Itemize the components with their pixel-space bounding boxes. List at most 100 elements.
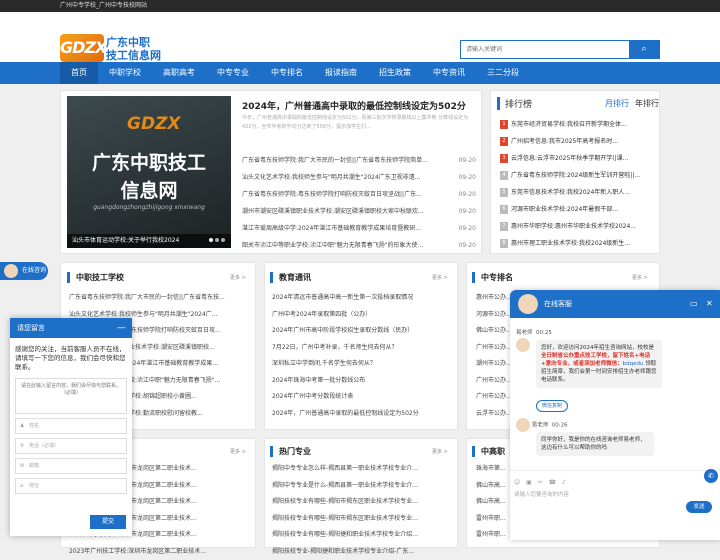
phone-field[interactable]: ✆电话（必填） bbox=[15, 438, 127, 454]
logo-text[interactable]: 广东中职 技工信息网 bbox=[106, 36, 161, 62]
nav-schools[interactable]: 中职学校 bbox=[98, 62, 152, 84]
send-button[interactable]: 发送 bbox=[686, 501, 712, 513]
main-nav: 首页 中职学校 高职高考 中专专业 中专排名 报读指南 招生政策 中专资讯 三二… bbox=[0, 62, 720, 84]
more-link[interactable]: 更多 > bbox=[230, 274, 246, 281]
consult-float-button[interactable]: 在线咨询 bbox=[0, 262, 48, 280]
list-item[interactable]: 7惠州市华职学校:惠州市华职业技术学校2024... bbox=[500, 218, 654, 235]
message-title: 请您留言 bbox=[17, 324, 45, 332]
nav-policy[interactable]: 招生政策 bbox=[368, 62, 422, 84]
list-item[interactable]: 河源市公办... bbox=[476, 307, 512, 324]
list-item[interactable]: 佛山市高... bbox=[476, 494, 512, 511]
hot-majors-list: 揭阳中专专业怎么样-揭西县第一职业技术学校专业介... 揭阳中专专业是什么-揭西… bbox=[272, 461, 452, 560]
list-item[interactable]: 1东莞市经济贸易学校:我校召开新学期全体... bbox=[500, 116, 654, 133]
agent-name: 易老师 bbox=[516, 330, 533, 336]
more-link[interactable]: 更多 > bbox=[230, 448, 246, 455]
nav-32[interactable]: 三二分段 bbox=[476, 62, 530, 84]
nav-gaozhi[interactable]: 高职高考 bbox=[152, 62, 206, 84]
more-link[interactable]: 更多 > bbox=[632, 274, 648, 281]
list-item[interactable]: 2023年广州技工学校:深圳市龙岗区第二职业技术... bbox=[69, 544, 251, 560]
list-item[interactable]: 揭阳技校专业有哪些-揭阳市揭东区职业技术学校专业... bbox=[272, 494, 452, 511]
submit-button[interactable]: 提交 bbox=[90, 515, 126, 529]
nav-news[interactable]: 中专资讯 bbox=[422, 62, 476, 84]
name-field[interactable]: ♟姓名 bbox=[15, 418, 127, 434]
slider-dot[interactable] bbox=[209, 238, 213, 242]
headline-title[interactable]: 2024年，广州普通高中录取的最低控制线设定为502分 bbox=[242, 99, 466, 112]
minimize-icon[interactable]: ▭ bbox=[690, 290, 698, 318]
list-item[interactable]: 2024年广州市高中阶段学校招生录取分数线（民办） bbox=[272, 323, 452, 340]
tab-monthly[interactable]: 月排行 bbox=[605, 99, 629, 108]
wechat-copy-button[interactable]: 微信复制 bbox=[536, 400, 568, 412]
list-item[interactable]: 深圳私立中学倒闭,千名学生何去何从？ bbox=[272, 356, 452, 373]
chat-tools[interactable]: ☺ ▣ ✂ ☎ ♪ bbox=[514, 479, 568, 486]
phone-icon: ✆ bbox=[20, 439, 29, 453]
list-item[interactable]: 广东省粤东技师学院:我厂大市民的一封信||广东省粤东技师学院简单...09-20 bbox=[242, 152, 476, 169]
chat-message: 您好，欢迎访问2024年招生咨询网站，校校是全日制省公办重点技工学校，留下姓名+… bbox=[536, 340, 662, 388]
more-link[interactable]: 更多 > bbox=[432, 448, 448, 455]
list-item[interactable]: 广东省粤东技师学院:我厂大市民的一封信||广东省粤东技... bbox=[69, 290, 251, 307]
chat-input[interactable]: 请输入您要咨询的内容 bbox=[514, 490, 569, 498]
list-item[interactable]: 雷州市职... bbox=[476, 511, 512, 528]
nav-home[interactable]: 首页 bbox=[60, 62, 98, 84]
image-slider[interactable]: GDZX 广东中职技工 信息网 guangdongzhongzhijigong … bbox=[67, 96, 231, 248]
list-item[interactable]: 韶关市浈江中等职业学校:浈江中职"魅力无限青春飞扬"的形象大使...09-20 bbox=[242, 237, 476, 254]
list-item[interactable]: 云浮市公办... bbox=[476, 406, 512, 423]
list-item[interactable]: 惠州市公办... bbox=[476, 290, 512, 307]
list-item[interactable]: 2广州招考信息:我市2025年高考报名时... bbox=[500, 133, 654, 150]
minimize-icon[interactable]: — bbox=[117, 318, 126, 338]
news-list: 广东省粤东技师学院:我厂大市民的一封信||广东省粤东技师学院简单...09-20… bbox=[242, 152, 476, 254]
avatar bbox=[4, 264, 18, 278]
more-link[interactable]: 更多 > bbox=[432, 274, 448, 281]
list-item[interactable]: 2024年广州中考分数段统计表 bbox=[272, 389, 452, 406]
nav-majors[interactable]: 中专专业 bbox=[206, 62, 260, 84]
logo-mark[interactable]: GDZX bbox=[60, 34, 104, 62]
list-item[interactable]: 广州中考2024年录取第四批（公办） bbox=[272, 307, 452, 324]
address-field[interactable]: ⌂地址 bbox=[15, 478, 127, 494]
list-item[interactable]: 揭阳技校专业-揭阳捷和职业技术学校专业介绍-广东... bbox=[272, 544, 452, 560]
chat-title: 在线客服 bbox=[544, 300, 572, 308]
nav-ranking[interactable]: 中专排名 bbox=[260, 62, 314, 84]
nav-guide[interactable]: 报读指南 bbox=[314, 62, 368, 84]
email-field[interactable]: ✉邮箱 bbox=[15, 458, 127, 474]
chat-widget: 在线客服 ▭ ✕ 易老师 00:25 您好，欢迎访问2024年招生咨询网站，校校… bbox=[510, 290, 720, 540]
slider-line-1: 广东中职技工 bbox=[67, 148, 231, 175]
section-title: 热门专业 bbox=[270, 446, 311, 457]
list-item[interactable]: 湛江市爱周高级中学:2024年湛江市基础教育教学成果培育暨教研...09-20 bbox=[242, 220, 476, 237]
list-item[interactable]: 2024年，广州普通高中录取的最低控制线设定为502分 bbox=[272, 406, 452, 423]
list-item[interactable]: 汕头文化艺术学校:我校师生参与"明月共潮生"2024广东卫视非遗...09-20 bbox=[242, 169, 476, 186]
list-item[interactable]: 3云浮信息:云浮市2025年秋季学期开学(|课... bbox=[500, 150, 654, 167]
header: GDZX 广东中职 技工信息网 ⌕ bbox=[0, 12, 720, 62]
list-item[interactable]: 揭阳中专专业是什么-揭西县第一职业技术学校专业介... bbox=[272, 478, 452, 495]
chat-header: 在线客服 ▭ ✕ bbox=[510, 290, 720, 318]
list-item[interactable]: 2024年清远市普通高中高一新生第一次投档录取情况 bbox=[272, 290, 452, 307]
search-button[interactable]: ⌕ bbox=[629, 41, 659, 58]
tab-yearly[interactable]: 年排行 bbox=[635, 99, 659, 108]
list-item[interactable]: 8惠州市理工职业技术学校:我校2024级新生... bbox=[500, 235, 654, 252]
list-item[interactable]: 雷州市职... bbox=[476, 527, 512, 544]
list-item[interactable]: 佛山市高... bbox=[476, 478, 512, 495]
list-item[interactable]: 揭阳中专专业怎么样-揭西县第一职业技术学校专业介... bbox=[272, 461, 452, 478]
list-item[interactable]: 7月22日，广州中考补录，千名师生何去何从？ bbox=[272, 340, 452, 357]
list-item[interactable]: 广州市公办... bbox=[476, 340, 512, 357]
list-item[interactable]: 广州市公办... bbox=[476, 389, 512, 406]
search-input[interactable] bbox=[461, 41, 629, 58]
list-item[interactable]: 揭阳技校专业有哪些-揭阳捷和职业技术学校专业介绍... bbox=[272, 527, 452, 544]
list-item[interactable]: 4广东省粤东技师学院:2024级新生军训开营啦||... bbox=[500, 167, 654, 184]
list-item[interactable]: 广东省粤东技师学院:粤东技师学院打响防校灭蚊百日攻坚战||广东...09-20 bbox=[242, 186, 476, 203]
list-item[interactable]: 2024年珠海中考第一批分数线公布 bbox=[272, 373, 452, 390]
list-item[interactable]: 佛山市公办... bbox=[476, 323, 512, 340]
list-item[interactable]: 广州市公办... bbox=[476, 373, 512, 390]
user-icon: ♟ bbox=[20, 419, 29, 433]
slider-dots bbox=[207, 236, 225, 244]
chat-message: 同学你好，我是你的在线咨询老师易老师，这边有什么可以帮助你的吗 bbox=[536, 432, 654, 456]
list-item[interactable]: 潮州市公办... bbox=[476, 356, 512, 373]
close-icon[interactable]: ✕ bbox=[706, 290, 713, 318]
slider-dot[interactable] bbox=[215, 238, 219, 242]
list-item[interactable]: 5东莞市信息技术学校:我校2024年新入职人... bbox=[500, 184, 654, 201]
list-item[interactable]: 6河源市职业技术学校:2024年暑假干部... bbox=[500, 201, 654, 218]
list-item[interactable]: 珠海市第... bbox=[476, 461, 512, 478]
list-item[interactable]: 潮州市潮安区磷溪镇职业技术学校:潮安区磷溪镇职校大家中秋联欢...09-20 bbox=[242, 203, 476, 220]
phone-icon[interactable]: ✆ bbox=[704, 469, 718, 483]
list-item[interactable]: 揭阳技校专业有哪些-揭阳市揭东区职业技术学校专业... bbox=[272, 511, 452, 528]
message-textarea[interactable] bbox=[15, 378, 127, 414]
slider-dot[interactable] bbox=[221, 238, 225, 242]
